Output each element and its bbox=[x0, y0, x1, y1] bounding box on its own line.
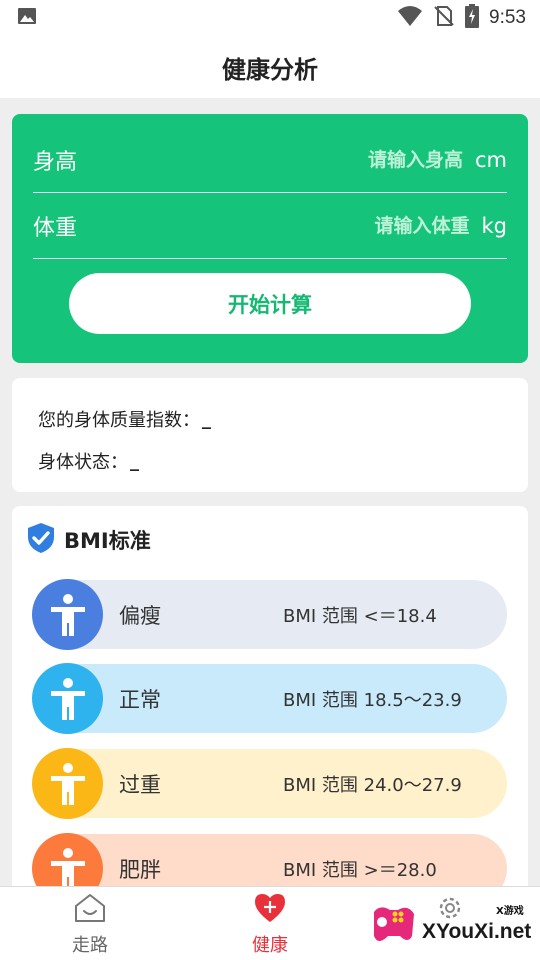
bmi-level-name: 偏瘦 bbox=[119, 603, 161, 628]
page-title: 健康分析 bbox=[222, 55, 318, 84]
weight-input[interactable] bbox=[269, 215, 470, 237]
height-unit: cm bbox=[474, 148, 507, 172]
bmi-value-label: 您的身体质量指数： bbox=[38, 410, 200, 431]
body-state-label: 身体状态： bbox=[38, 452, 128, 473]
bmi-level-name: 肥胖 bbox=[119, 857, 161, 882]
weight-label: 体重 bbox=[33, 216, 78, 241]
battery-charging-icon bbox=[465, 4, 480, 32]
body-figure-icon bbox=[32, 748, 103, 819]
bmi-level-range: BMI 范围 <＝18.4 bbox=[283, 605, 437, 627]
watermark-small: X游戏 bbox=[496, 906, 524, 917]
weight-divider bbox=[33, 258, 507, 259]
height-input[interactable] bbox=[262, 149, 463, 171]
height-label: 身高 bbox=[33, 150, 78, 175]
tab-walk[interactable]: 走路 bbox=[0, 887, 180, 960]
image-notification-icon bbox=[16, 5, 38, 31]
height-row: 身高 cm bbox=[33, 127, 507, 193]
body-state-value: _ bbox=[130, 450, 139, 472]
shield-check-icon bbox=[26, 522, 56, 558]
watermark-brand: XYouXi.net bbox=[422, 920, 532, 943]
bmi-result-card: 您的身体质量指数： _ 身体状态： _ bbox=[12, 378, 528, 492]
start-calculate-button[interactable]: 开始计算 bbox=[69, 273, 471, 334]
bmi-value: _ bbox=[202, 408, 211, 430]
heart-plus-icon bbox=[253, 893, 287, 927]
bmi-standard-header: BMI标准 bbox=[26, 522, 151, 558]
bmi-calculator-card: 身高 cm 体重 kg 开始计算 bbox=[12, 114, 528, 363]
xyouxi-watermark: XYouXi.net X游戏 bbox=[368, 898, 534, 954]
wifi-icon bbox=[397, 5, 423, 31]
bmi-level-name: 正常 bbox=[119, 687, 161, 712]
tab-health[interactable]: 健康 bbox=[180, 887, 360, 960]
body-state-line: 身体状态： _ bbox=[38, 440, 502, 482]
app-bar: 健康分析 bbox=[0, 36, 540, 98]
weight-row: 体重 kg bbox=[33, 193, 507, 259]
bmi-level-name: 过重 bbox=[119, 772, 161, 797]
house-face-icon bbox=[73, 893, 107, 927]
status-time: 9:53 bbox=[489, 7, 526, 28]
bmi-result-line: 您的身体质量指数： _ bbox=[38, 398, 502, 440]
bmi-level-normal: 正常 BMI 范围 18.5～23.9 bbox=[32, 663, 507, 734]
bmi-level-underweight: 偏瘦 BMI 范围 <＝18.4 bbox=[32, 579, 507, 650]
status-bar: 9:53 bbox=[0, 0, 540, 36]
gamepad-logo-icon bbox=[368, 900, 418, 952]
tab-walk-label: 走路 bbox=[72, 935, 108, 956]
tab-health-label: 健康 bbox=[252, 935, 288, 956]
no-sim-icon bbox=[433, 5, 455, 31]
bmi-standard-card: BMI标准 偏瘦 BMI 范围 <＝18.4 正常 BMI 范围 18.5～23… bbox=[12, 506, 528, 926]
bmi-level-range: BMI 范围 24.0～27.9 bbox=[283, 774, 462, 796]
bmi-level-range: BMI 范围 >＝28.0 bbox=[283, 859, 437, 881]
bmi-level-range: BMI 范围 18.5～23.9 bbox=[283, 689, 462, 711]
bmi-level-overweight: 过重 BMI 范围 24.0～27.9 bbox=[32, 748, 507, 819]
body-figure-icon bbox=[32, 579, 103, 650]
weight-unit: kg bbox=[481, 214, 508, 238]
body-figure-icon bbox=[32, 663, 103, 734]
bmi-standard-title: BMI标准 bbox=[64, 529, 151, 553]
